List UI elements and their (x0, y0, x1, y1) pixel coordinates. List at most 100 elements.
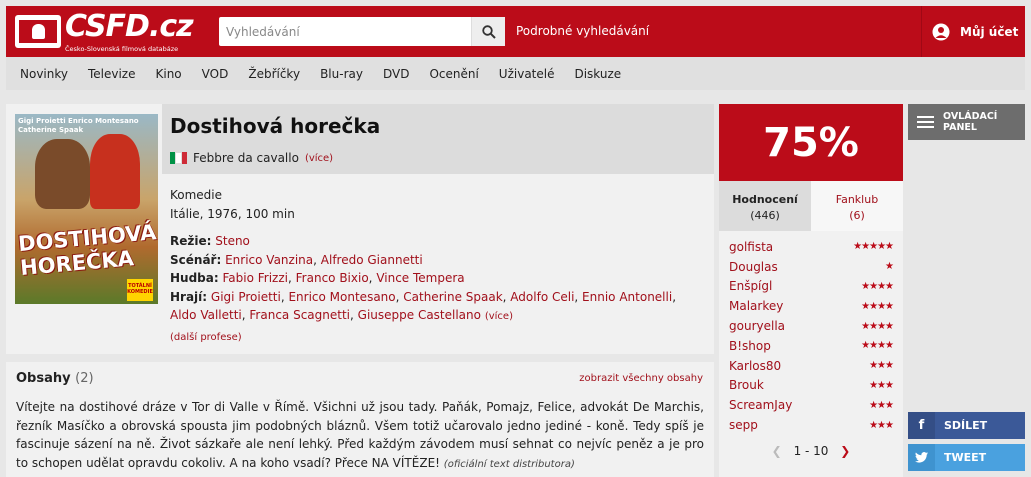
actor-link[interactable]: Catherine Spaak (403, 290, 502, 304)
film-genre: Komedie (170, 188, 223, 202)
film-poster[interactable]: Gigi Proietti Enrico Montesano Catherine… (15, 114, 158, 304)
user-rating-row: Enšpígl ★★★★ (729, 277, 894, 297)
poster-title: DOSTIHOVÁ HOREČKA (17, 220, 158, 281)
user-rating-row: ScreamJay ★★★ (729, 395, 894, 415)
user-name-link[interactable]: Brouk (729, 378, 764, 392)
facebook-icon: f (908, 412, 935, 439)
film-title-bar: Dostihová horečka Febbre da cavallo (víc… (162, 104, 714, 174)
user-rating-row: Brouk ★★★ (729, 376, 894, 396)
user-name-link[interactable]: Karlos80 (729, 359, 781, 373)
nav-item-novinky[interactable]: Novinky (20, 67, 68, 81)
star-rating-icon: ★★★ (869, 399, 894, 411)
film-title: Dostihová horečka (170, 114, 381, 138)
user-name-link[interactable]: B!shop (729, 339, 771, 353)
twitter-icon (908, 444, 935, 471)
pager-next-icon[interactable]: ❯ (840, 444, 850, 458)
screenwriter-link[interactable]: Enrico Vanzina (225, 253, 313, 267)
actor-link[interactable]: Gigi Proietti (211, 290, 281, 304)
tab-fanclub[interactable]: Fanklub (6) (811, 181, 903, 231)
advanced-search-link[interactable]: Podrobné vyhledávání (516, 24, 649, 38)
italy-flag-icon (170, 152, 187, 164)
other-professions-link[interactable]: (další profese) (170, 329, 242, 348)
account-label: Můj účet (960, 24, 1019, 39)
user-name-link[interactable]: golfista (729, 240, 773, 254)
tab-ratings[interactable]: Hodnocení (446) (719, 181, 811, 231)
search-input[interactable] (219, 17, 469, 46)
search-button[interactable] (471, 17, 505, 46)
user-name-link[interactable]: Douglas (729, 260, 778, 274)
original-title-row: Febbre da cavallo (více) (170, 151, 333, 165)
search-icon (481, 24, 496, 39)
nav-item-uzivatele[interactable]: Uživatelé (499, 67, 555, 81)
menu-icon (917, 116, 934, 128)
star-rating-icon: ★★★★ (861, 280, 894, 292)
star-rating-icon: ★★★ (869, 360, 894, 372)
user-rating-row: Karlos80 ★★★ (729, 356, 894, 376)
actor-link[interactable]: Aldo Valletti (170, 308, 242, 322)
flag-stripe-red (182, 152, 187, 164)
actor-link[interactable]: Ennio Antonelli (582, 290, 672, 304)
star-rating-icon: ★★★★ (861, 340, 894, 352)
plot-source: (oficiální text distributora) (443, 458, 575, 470)
user-rating-row: Malarkey ★★★★ (729, 296, 894, 316)
star-rating-icon: ★ (885, 261, 894, 273)
star-rating-icon: ★★★ (869, 419, 894, 431)
star-rating-icon: ★★★★★ (853, 241, 894, 253)
actor-link[interactable]: Adolfo Celi (510, 290, 574, 304)
screenwriter-link[interactable]: Alfredo Giannetti (321, 253, 423, 267)
flag-stripe-white (175, 152, 182, 164)
user-name-link[interactable]: Malarkey (729, 299, 783, 313)
user-name-link[interactable]: gouryella (729, 319, 785, 333)
csfd-logo[interactable]: CSFD.cz Česko-Slovenská filmová databáze (15, 9, 194, 54)
cast-more-link[interactable]: (více) (485, 311, 513, 322)
nav-item-televize[interactable]: Televize (88, 67, 136, 81)
rating-box: 75% Hodnocení (446) Fanklub (6) golfista… (719, 104, 903, 477)
rating-score: 75% (719, 104, 903, 181)
nav-item-zebricky[interactable]: Žebříčky (248, 67, 300, 81)
direction-row: Režie: Steno (170, 234, 250, 248)
nav-item-dvd[interactable]: DVD (383, 67, 409, 81)
account-button[interactable]: Můj účet (921, 6, 1025, 57)
user-rating-row: Douglas ★ (729, 257, 894, 277)
nav-item-oceneni[interactable]: Ocenění (429, 67, 478, 81)
composer-link[interactable]: Franco Bixio (296, 271, 369, 285)
facebook-share-button[interactable]: f SDÍLET (908, 412, 1025, 439)
star-rating-icon: ★★★★ (861, 300, 894, 312)
share-label: SDÍLET (944, 419, 988, 432)
plot-box: Obsahy (2) zobrazit všechny obsahy Vítej… (6, 362, 714, 477)
top-bar: CSFD.cz Česko-Slovenská filmová databáze… (6, 6, 1025, 57)
film-info-box: Gigi Proietti Enrico Montesano Catherine… (6, 104, 714, 354)
nav-item-bluray[interactable]: Blu-ray (320, 67, 363, 81)
nav-item-kino[interactable]: Kino (156, 67, 182, 81)
search-box (219, 17, 505, 46)
plot-count: (2) (75, 371, 94, 386)
composer-link[interactable]: Fabio Frizzi (223, 271, 289, 285)
logo-subtitle: Česko-Slovenská filmová databáze (65, 45, 179, 53)
user-name-link[interactable]: sepp (729, 418, 758, 432)
user-name-link[interactable]: ScreamJay (729, 398, 792, 412)
user-rating-row: gouryella ★★★★ (729, 316, 894, 336)
original-titles-more-link[interactable]: (více) (305, 153, 333, 164)
actor-link[interactable]: Enrico Montesano (288, 290, 395, 304)
director-link[interactable]: Steno (215, 234, 250, 248)
user-rating-row: golfista ★★★★★ (729, 237, 894, 257)
actor-link[interactable]: Franca Scagnetti (249, 308, 350, 322)
pager-prev-icon[interactable]: ❮ (772, 444, 782, 458)
show-all-plots-link[interactable]: zobrazit všechny obsahy (579, 373, 703, 384)
nav-item-diskuze[interactable]: Diskuze (574, 67, 621, 81)
tweet-button[interactable]: TWEET (908, 444, 1025, 471)
user-rating-row: B!shop ★★★★ (729, 336, 894, 356)
user-name-link[interactable]: Enšpígl (729, 279, 772, 293)
user-ratings-list: golfista ★★★★★ Douglas ★ Enšpígl ★★★★ Malarkey… (729, 237, 894, 435)
star-rating-icon: ★★★ (869, 379, 894, 391)
screenplay-row: Scénář: Enrico Vanzina, Alfredo Giannett… (170, 252, 423, 267)
ratings-pager: ❮ 1 - 10 ❯ (719, 444, 903, 458)
nav-item-vod[interactable]: VOD (202, 67, 229, 81)
actor-link[interactable]: Giuseppe Castellano (358, 308, 481, 322)
user-rating-row: sepp ★★★ (729, 415, 894, 435)
main-nav: Novinky Televize Kino VOD Žebříčky Blu-r… (6, 57, 1025, 90)
poster-names: Gigi Proietti Enrico Montesano Catherine… (18, 117, 139, 134)
composer-link[interactable]: Vince Tempera (376, 271, 464, 285)
control-panel-button[interactable]: OVLÁDACÍ PANEL (908, 104, 1025, 140)
pager-range: 1 - 10 (793, 444, 829, 458)
